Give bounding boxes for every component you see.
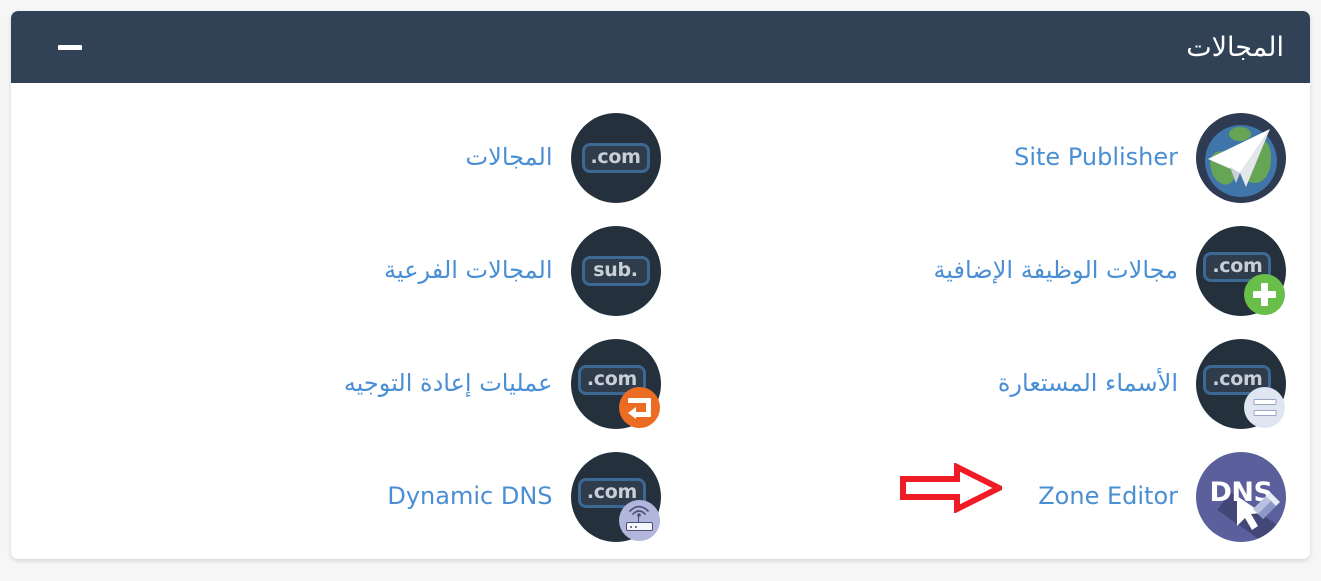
- domains-com-icon: .com: [570, 112, 661, 203]
- domains-card: المجالات Site Publisher .com المجالات .c…: [11, 11, 1310, 559]
- badge-text: .com: [590, 146, 641, 168]
- tile-redirects[interactable]: .com عمليات إعادة التوجيه: [35, 338, 661, 429]
- tile-zone-editor[interactable]: DNS Zone Editor: [661, 451, 1286, 542]
- page-title: المجالات: [1186, 31, 1284, 63]
- collapse-minimize-button[interactable]: [55, 32, 85, 62]
- site-publisher-icon: [1196, 112, 1286, 203]
- equals-icon: [1244, 386, 1285, 428]
- tile-addon-domains[interactable]: .com مجالات الوظيفة الإضافية: [661, 225, 1286, 316]
- tile-label: Dynamic DNS: [387, 482, 553, 511]
- paper-plane-icon: [1208, 128, 1270, 187]
- tile-label: Site Publisher: [1014, 143, 1178, 172]
- tile-label: Zone Editor: [1038, 482, 1178, 511]
- tile-label: المجالات: [465, 143, 553, 172]
- router-icon: [618, 499, 660, 541]
- zone-editor-dns-icon: DNS: [1196, 451, 1286, 542]
- pencil-cursor-icon: [1237, 491, 1280, 530]
- minimize-dash-icon: [58, 44, 82, 50]
- badge-text: .com: [1212, 368, 1263, 391]
- redirects-icon: .com: [570, 338, 661, 429]
- subdomains-icon: sub.: [570, 225, 661, 316]
- tile-aliases[interactable]: .com الأسماء المستعارة: [661, 338, 1286, 429]
- tile-label: مجالات الوظيفة الإضافية: [933, 256, 1178, 285]
- badge-text: sub.: [593, 259, 638, 281]
- badge-text: .com: [1212, 255, 1263, 278]
- tile-subdomains[interactable]: sub. المجالات الفرعية: [35, 225, 661, 316]
- plus-icon: [1244, 273, 1285, 315]
- tile-domains[interactable]: .com المجالات: [35, 112, 661, 203]
- tile-label: المجالات الفرعية: [384, 256, 553, 285]
- addon-domains-icon: .com: [1196, 225, 1286, 316]
- dynamic-dns-icon: .com: [570, 451, 661, 542]
- tile-site-publisher[interactable]: Site Publisher: [661, 112, 1286, 203]
- badge-text: .com: [586, 368, 637, 391]
- domains-grid: Site Publisher .com المجالات .com مجالات…: [35, 101, 1286, 553]
- aliases-icon: .com: [1196, 338, 1286, 429]
- redirect-arrow-icon: [618, 386, 660, 428]
- card-header: المجالات: [11, 11, 1310, 83]
- tile-label: عمليات إعادة التوجيه: [343, 369, 553, 398]
- tile-dynamic-dns[interactable]: .com Dynamic DNS: [35, 451, 661, 542]
- page-root: المجالات Site Publisher .com المجالات .c…: [0, 0, 1321, 581]
- card-body: Site Publisher .com المجالات .com مجالات…: [11, 83, 1310, 559]
- tile-label: الأسماء المستعارة: [997, 369, 1178, 398]
